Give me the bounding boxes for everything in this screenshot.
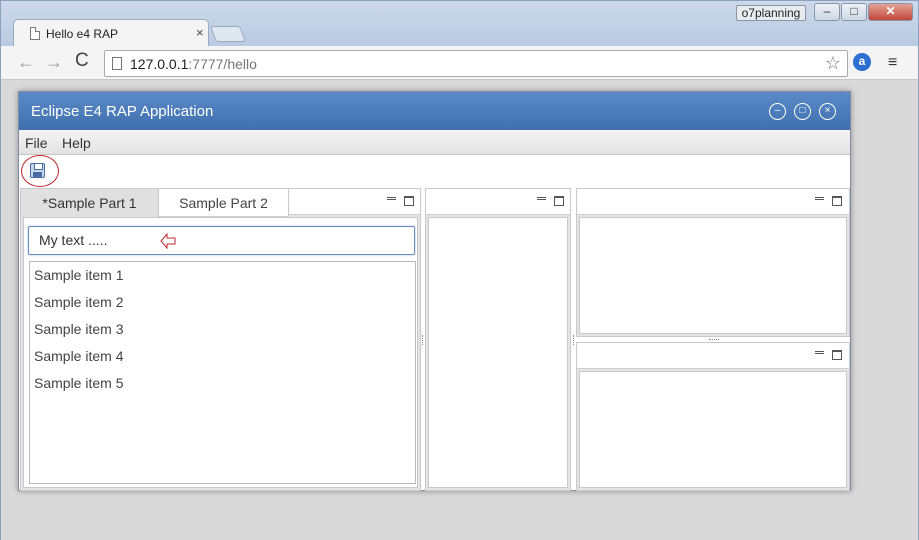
new-tab-button[interactable] [210, 26, 246, 42]
right-top-pane-header [577, 189, 849, 215]
list-item[interactable]: Sample item 2 [30, 289, 415, 316]
browser-tab[interactable]: Hello e4 RAP × [13, 19, 209, 47]
save-icon[interactable] [30, 163, 45, 178]
tab-sample-part-2[interactable]: Sample Part 2 [159, 189, 289, 217]
close-tab-icon[interactable]: × [196, 25, 204, 40]
list-item[interactable]: Sample item 1 [30, 262, 415, 289]
minimize-icon[interactable] [815, 197, 824, 200]
window-maximize-button[interactable]: □ [841, 3, 867, 21]
middle-pane-header [426, 189, 570, 215]
page-info-icon [112, 57, 122, 70]
window-minimize-button[interactable]: – [814, 3, 840, 21]
maximize-icon[interactable] [554, 196, 564, 206]
minimize-icon[interactable]: – [769, 103, 786, 120]
text-field-container [28, 226, 415, 255]
maximize-icon[interactable] [832, 350, 842, 360]
left-pane-header: *Sample Part 1 Sample Part 2 [21, 189, 420, 217]
right-top-pane-body [579, 217, 847, 334]
extension-icon[interactable]: a [853, 53, 871, 71]
maximize-icon[interactable] [832, 196, 842, 206]
left-part-stack: *Sample Part 1 Sample Part 2 Sample item… [20, 188, 421, 491]
profile-label[interactable]: o7planning [736, 5, 806, 21]
right-bottom-part-stack [576, 342, 850, 491]
url-host: 127.0.0.1 [130, 56, 189, 72]
tab-sample-part-1[interactable]: *Sample Part 1 [21, 189, 159, 217]
middle-pane-body [428, 217, 568, 488]
minimize-icon[interactable] [387, 197, 396, 200]
maximize-icon[interactable]: □ [794, 103, 811, 120]
back-arrow-icon[interactable]: ← [17, 52, 35, 73]
url-text: 127.0.0.1:7777/hello [130, 56, 257, 72]
list-item[interactable]: Sample item 5 [30, 370, 415, 397]
right-bottom-pane-header [577, 343, 849, 369]
forward-arrow-icon[interactable]: → [45, 52, 63, 73]
right-top-part-stack [576, 188, 850, 337]
menu-file[interactable]: File [25, 135, 48, 151]
menubar: File Help [19, 130, 850, 155]
middle-part-stack [425, 188, 571, 491]
window-close-button[interactable]: ✕ [868, 3, 913, 21]
browser-toolbar: ← → C 127.0.0.1:7777/hello ☆ [0, 46, 919, 80]
browser-titlebar: Hello e4 RAP × o7planning – □ ✕ [0, 0, 919, 47]
page-icon [30, 27, 40, 40]
right-bottom-pane-body [579, 371, 847, 488]
reload-icon[interactable]: C [75, 50, 89, 72]
text-field[interactable] [39, 232, 159, 248]
minimize-icon[interactable] [537, 197, 546, 200]
app-title: Eclipse E4 RAP Application [31, 103, 214, 120]
arrow-left-icon [160, 233, 176, 249]
save-toolbar-area [21, 155, 59, 187]
minimize-icon[interactable] [815, 351, 824, 354]
menu-help[interactable]: Help [62, 135, 91, 151]
close-icon[interactable]: × [819, 103, 836, 120]
rap-app-window: Eclipse E4 RAP Application – □ × File He… [18, 91, 851, 491]
bookmark-star-icon[interactable]: ☆ [825, 53, 841, 74]
browser-menu-icon[interactable]: ≡ [888, 54, 897, 72]
address-bar[interactable]: 127.0.0.1:7777/hello ☆ [104, 50, 848, 77]
maximize-icon[interactable] [404, 196, 414, 206]
tab-title: Hello e4 RAP [46, 27, 119, 41]
url-path: :7777/hello [188, 56, 257, 72]
list-item[interactable]: Sample item 4 [30, 343, 415, 370]
app-titlebar: Eclipse E4 RAP Application – □ × [19, 92, 850, 130]
list-item[interactable]: Sample item 3 [30, 316, 415, 343]
sample-list[interactable]: Sample item 1 Sample item 2 Sample item … [29, 261, 416, 484]
left-pane-body: Sample item 1 Sample item 2 Sample item … [23, 217, 418, 488]
